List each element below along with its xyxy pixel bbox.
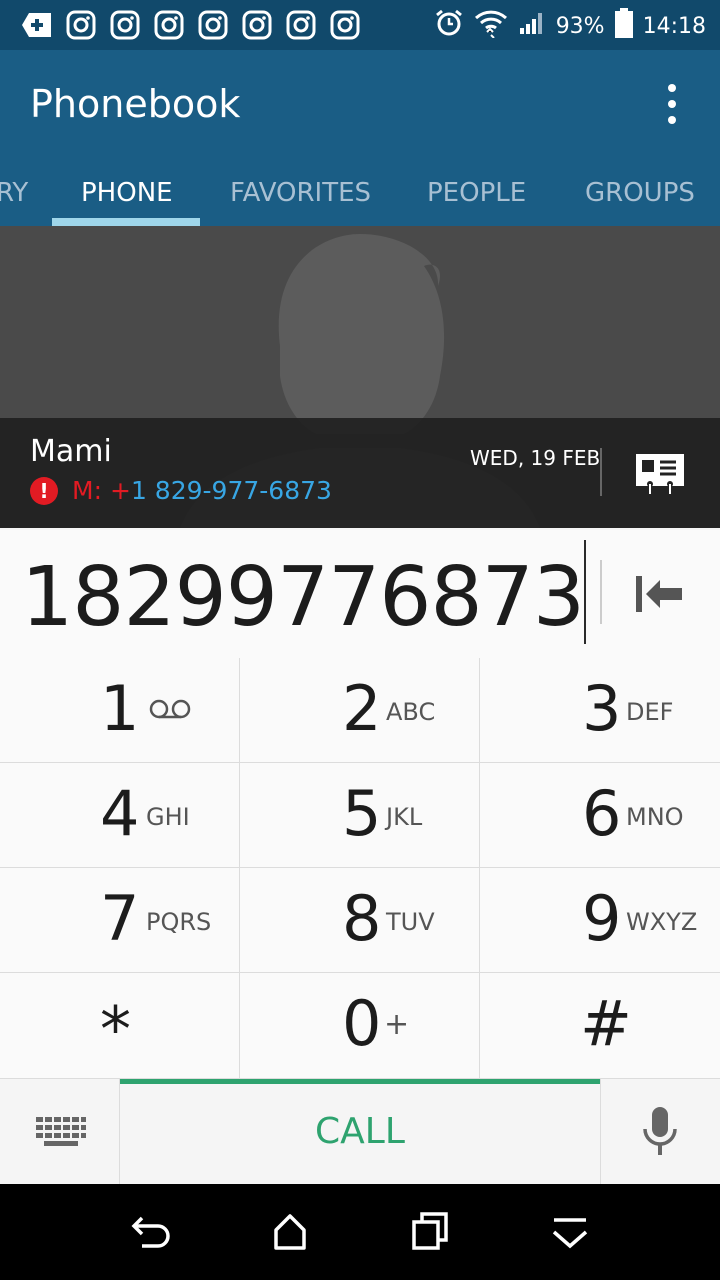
notification-icons <box>20 8 362 42</box>
backspace-icon[interactable] <box>632 570 686 618</box>
dialer-actions: CALL <box>0 1078 720 1185</box>
back-icon[interactable] <box>128 1208 176 1256</box>
key-9[interactable]: 9 WXYZ <box>480 868 720 973</box>
key-hash[interactable]: # <box>480 973 720 1078</box>
keyboard-icon <box>36 1117 86 1146</box>
home-icon[interactable] <box>266 1208 314 1256</box>
tab-groups[interactable]: GROUPS <box>585 170 695 226</box>
key-4[interactable]: 4 GHI <box>0 763 240 868</box>
system-nav-bar <box>0 1184 720 1280</box>
instagram-icon <box>240 8 274 42</box>
contact-name: Mami <box>30 434 112 469</box>
clock: 14:18 <box>642 13 706 39</box>
key-letters: TUV <box>386 908 435 936</box>
signal-icon <box>518 10 546 42</box>
key-0[interactable]: 0 + <box>240 973 480 1078</box>
key-digit: 3 <box>582 672 622 745</box>
keyboard-toggle-button[interactable] <box>0 1079 120 1185</box>
key-2[interactable]: 2 ABC <box>240 658 480 763</box>
key-digit: # <box>580 987 632 1060</box>
keypad: 1 2 ABC 3 DEF 4 GHI 5 JKL 6 MNO 7 PQRS 8… <box>0 658 720 1078</box>
key-star[interactable]: * <box>0 973 240 1078</box>
recent-apps-icon[interactable] <box>406 1208 454 1256</box>
key-digit: 1 <box>100 672 140 745</box>
overflow-menu-icon[interactable] <box>660 84 684 128</box>
key-7[interactable]: 7 PQRS <box>0 868 240 973</box>
contact-number: 1 829-977-6873 <box>130 476 332 505</box>
key-letters: PQRS <box>146 908 212 936</box>
divider <box>600 448 602 496</box>
key-digit: * <box>100 993 131 1066</box>
add-box-icon <box>20 8 54 42</box>
contact-hero[interactable]: Mami ! M: + 1 829-977-6873 WED, 19 FEB <box>0 226 720 528</box>
call-button[interactable]: CALL <box>120 1079 600 1185</box>
key-letters: GHI <box>146 803 190 831</box>
instagram-icon <box>152 8 186 42</box>
key-digit: 4 <box>100 777 140 850</box>
app-title: Phonebook <box>30 82 241 126</box>
key-digit: 9 <box>582 882 622 955</box>
instagram-icon <box>196 8 230 42</box>
divider <box>600 560 602 624</box>
app-bar: Phonebook RY PHONE FAVORITES PEOPLE GROU… <box>0 50 720 226</box>
key-digit: 5 <box>342 777 382 850</box>
key-digit: 2 <box>342 672 382 745</box>
key-5[interactable]: 5 JKL <box>240 763 480 868</box>
voice-input-button[interactable] <box>600 1079 720 1185</box>
call-date: WED, 19 FEB <box>470 446 601 470</box>
instagram-icon <box>108 8 142 42</box>
alarm-icon <box>434 8 464 44</box>
key-letters: + <box>384 1007 410 1042</box>
tab-history[interactable]: RY <box>0 170 28 226</box>
key-digit: 7 <box>100 882 140 955</box>
microphone-icon <box>643 1107 677 1155</box>
key-3[interactable]: 3 DEF <box>480 658 720 763</box>
text-cursor <box>584 540 586 644</box>
key-8[interactable]: 8 TUV <box>240 868 480 973</box>
instagram-icon <box>328 8 362 42</box>
tab-indicator <box>52 218 200 226</box>
key-6[interactable]: 6 MNO <box>480 763 720 868</box>
tab-favorites[interactable]: FAVORITES <box>230 170 371 226</box>
wifi-icon <box>474 8 508 44</box>
key-letters: ABC <box>386 698 436 726</box>
call-label: CALL <box>315 1111 405 1152</box>
key-letters: DEF <box>626 698 674 726</box>
missed-call-icon: ! <box>30 476 58 505</box>
number-type-label: M: <box>72 476 102 505</box>
key-1[interactable]: 1 <box>0 658 240 763</box>
contact-number-row: ! M: + 1 829-977-6873 <box>30 476 332 505</box>
dialed-number[interactable]: 18299776873 <box>21 550 585 645</box>
key-digit: 8 <box>342 882 382 955</box>
key-letters: WXYZ <box>626 908 698 936</box>
instagram-icon <box>284 8 318 42</box>
status-bar: 93% 14:18 <box>0 0 720 50</box>
voicemail-icon <box>148 698 192 725</box>
tab-people[interactable]: PEOPLE <box>427 170 526 226</box>
recent-call-bar: Mami ! M: + 1 829-977-6873 WED, 19 FEB <box>0 418 720 528</box>
instagram-icon <box>64 8 98 42</box>
dial-input-area[interactable]: 18299776873 <box>0 530 720 659</box>
tab-bar: RY PHONE FAVORITES PEOPLE GROUPS <box>0 170 720 226</box>
number-plus: + <box>110 476 131 505</box>
system-status: 93% 14:18 <box>434 8 706 44</box>
call-accent-line <box>120 1079 600 1084</box>
key-digit: 0 <box>342 987 382 1060</box>
notification-shade-icon[interactable] <box>546 1208 594 1256</box>
key-digit: 6 <box>582 777 622 850</box>
battery-percent: 93% <box>555 13 605 39</box>
key-letters: JKL <box>386 803 423 831</box>
key-letters: MNO <box>626 803 684 831</box>
contact-card-icon[interactable] <box>636 454 684 494</box>
battery-icon <box>614 8 633 44</box>
